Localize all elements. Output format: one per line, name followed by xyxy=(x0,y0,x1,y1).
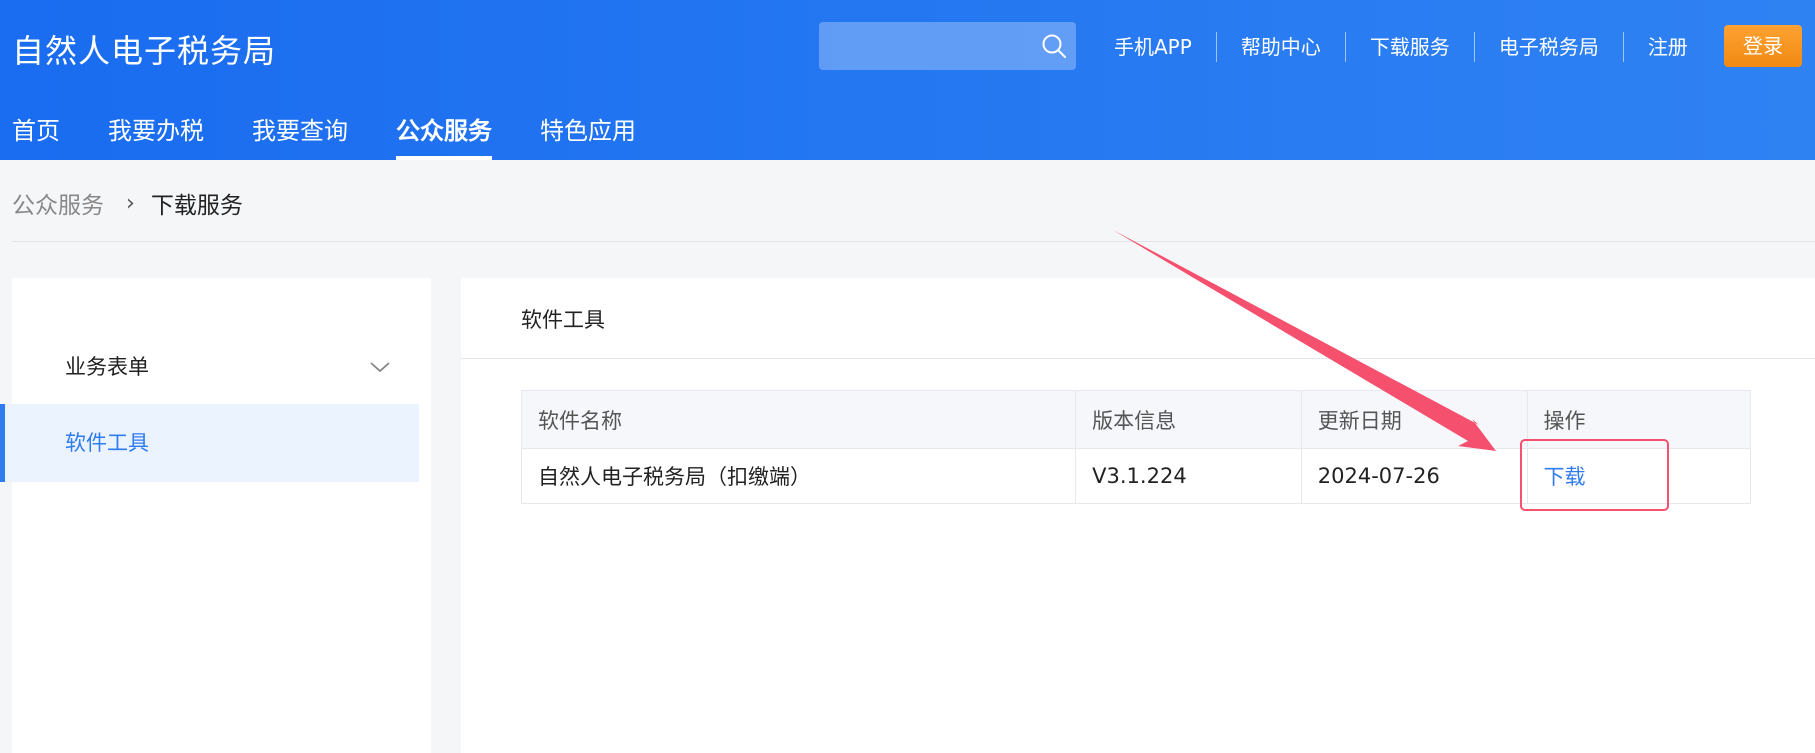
header-update-date: 更新日期 xyxy=(1300,390,1528,449)
breadcrumb-chevron-icon: › xyxy=(126,190,135,216)
panel-divider xyxy=(461,358,1815,359)
nav-home[interactable]: 首页 xyxy=(12,112,60,160)
breadcrumb: 公众服务 › 下载服务 xyxy=(12,186,243,220)
breadcrumb-current: 下载服务 xyxy=(150,193,243,219)
nav-query[interactable]: 我要查询 xyxy=(252,112,348,160)
main-panel: 软件工具 软件名称 版本信息 更新日期 操作 自然人电子税务局（扣缴端） V3.… xyxy=(461,278,1815,753)
breadcrumb-parent[interactable]: 公众服务 xyxy=(12,186,104,220)
search-icon[interactable] xyxy=(1040,32,1068,60)
cell-update-date: 2024-07-26 xyxy=(1300,448,1528,504)
login-button[interactable]: 登录 xyxy=(1724,25,1802,67)
header-version: 版本信息 xyxy=(1075,390,1302,449)
search-input[interactable] xyxy=(819,22,1053,70)
sidebar-item-label: 软件工具 xyxy=(65,431,149,455)
top-link-mobile-app[interactable]: 手机APP xyxy=(1090,32,1217,62)
site-title[interactable]: 自然人电子税务局 xyxy=(12,26,276,72)
search-box[interactable] xyxy=(819,22,1076,70)
table-row: 自然人电子税务局（扣缴端） V3.1.224 2024-07-26 下载 xyxy=(520,448,1751,504)
main-nav: 首页 我要办税 我要查询 公众服务 特色应用 xyxy=(0,112,672,160)
header-software-name: 软件名称 xyxy=(520,390,1077,449)
sidebar-item-software-tools[interactable]: 软件工具 xyxy=(0,404,419,482)
nav-featured-apps[interactable]: 特色应用 xyxy=(540,112,636,160)
top-link-e-tax-bureau[interactable]: 电子税务局 xyxy=(1475,32,1624,62)
cell-software-name: 自然人电子税务局（扣缴端） xyxy=(520,448,1077,504)
chevron-down-icon[interactable] xyxy=(369,356,391,378)
site-header: 自然人电子税务局 手机APP 帮助中心 下载服务 电子税务局 注册 登录 首页 … xyxy=(0,0,1815,160)
top-link-download-service[interactable]: 下载服务 xyxy=(1346,32,1475,62)
sidebar-item-label: 业务表单 xyxy=(65,355,149,379)
nav-public-service[interactable]: 公众服务 xyxy=(396,112,492,160)
cell-version: V3.1.224 xyxy=(1075,448,1302,504)
cell-action: 下载 xyxy=(1526,448,1751,504)
top-links: 手机APP 帮助中心 下载服务 电子税务局 注册 xyxy=(1090,32,1712,62)
download-link[interactable]: 下载 xyxy=(1544,465,1586,489)
breadcrumb-divider xyxy=(12,241,1815,242)
software-table: 软件名称 版本信息 更新日期 操作 自然人电子税务局（扣缴端） V3.1.224… xyxy=(520,390,1751,504)
table-header-row: 软件名称 版本信息 更新日期 操作 xyxy=(520,390,1751,449)
panel-title: 软件工具 xyxy=(521,308,605,332)
top-link-help-center[interactable]: 帮助中心 xyxy=(1217,32,1346,62)
header-action: 操作 xyxy=(1526,390,1751,449)
sidebar-item-business-forms[interactable]: 业务表单 xyxy=(0,328,419,406)
register-link[interactable]: 注册 xyxy=(1624,32,1712,62)
nav-tax-handling[interactable]: 我要办税 xyxy=(108,112,204,160)
